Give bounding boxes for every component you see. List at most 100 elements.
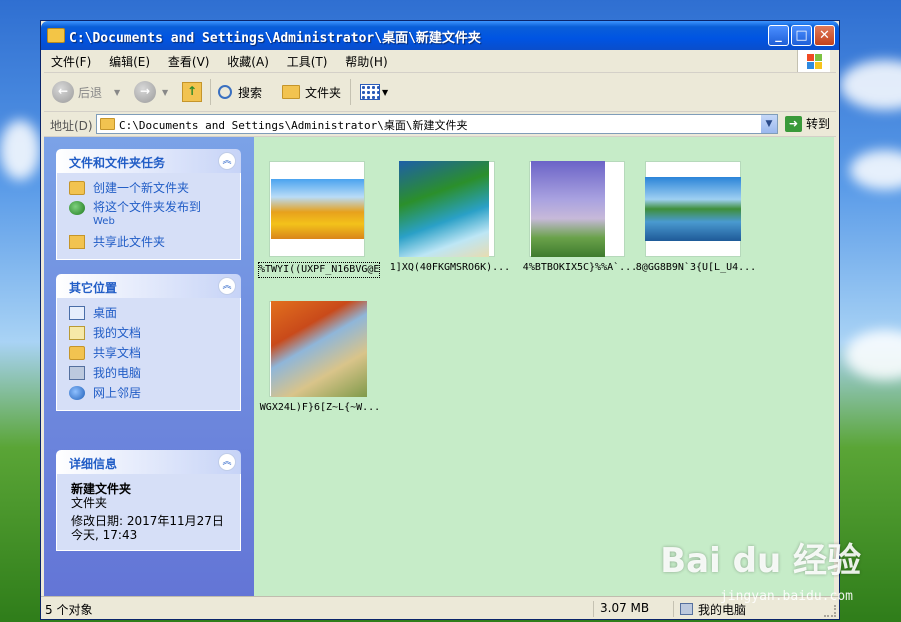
folders-label: 文件夹 (305, 85, 342, 100)
minimize-button[interactable]: _ (768, 25, 789, 46)
chevron-down-icon: ▼ (114, 87, 121, 97)
file-name: 4%BTBOKIX5C}%%A`... (522, 262, 638, 273)
cloud (0, 120, 40, 180)
place-label: 网上邻居 (93, 386, 142, 400)
menu-edit[interactable]: 编辑(E) (102, 50, 157, 72)
task-share-folder[interactable]: 共享此文件夹 (57, 233, 240, 253)
detail-type: 文件夹 (71, 496, 108, 510)
up-folder-button[interactable]: ↑ (182, 80, 202, 104)
cloud (840, 60, 901, 110)
back-arrow-icon: ← (52, 81, 74, 103)
close-button[interactable]: ✕ (814, 25, 835, 46)
place-my-computer[interactable]: 我的电脑 (57, 364, 240, 384)
network-icon (69, 386, 85, 400)
search-button[interactable]: 搜索 (218, 80, 262, 104)
menu-bar: 文件(F) 编辑(E) 查看(V) 收藏(A) 工具(T) 帮助(H) (44, 50, 836, 73)
place-label: 桌面 (93, 306, 118, 320)
collapse-icon[interactable]: ︽ (218, 277, 236, 295)
back-label: 后退 (78, 85, 103, 100)
thumbnail-image (531, 161, 605, 257)
baidu-watermark-url: jingyan.baidu.com (719, 589, 853, 604)
file-name: 1]XQ(40FKGMSRO6K)... (389, 262, 511, 273)
places-panel: 其它位置 ︽ 桌面 我的文档 共享文档 我的电脑 网上邻居 (56, 274, 241, 411)
address-bar: 地址(D) C:\Documents and Settings\Administ… (44, 112, 836, 137)
window-title: C:\Documents and Settings\Administrator\… (69, 31, 481, 46)
thumbnail-image (399, 161, 489, 257)
go-arrow-icon: ➜ (784, 115, 802, 132)
task-publish-web[interactable]: 将这个文件夹发布到 Web (57, 199, 240, 233)
chevron-down-icon: ▼ (382, 87, 389, 97)
places-panel-body: 桌面 我的文档 共享文档 我的电脑 网上邻居 (56, 298, 241, 411)
file-name: %TWYI((UXPF_N16BVG@E}6N (258, 262, 380, 278)
place-desktop[interactable]: 桌面 (57, 304, 240, 324)
task-label-web: Web (93, 216, 115, 227)
desktop-icon (69, 306, 85, 320)
views-icon (360, 84, 380, 100)
maximize-button[interactable]: □ (791, 25, 812, 46)
file-name: WGX24L)F}6[Z~L{~W... (259, 402, 381, 413)
task-label: 创建一个新文件夹 (93, 181, 190, 195)
shared-documents-icon (69, 346, 85, 360)
tasks-panel-title: 文件和文件夹任务 (69, 156, 166, 170)
folder-icon (47, 28, 65, 43)
explorer-window: C:\Documents and Settings\Administrator\… (40, 20, 840, 620)
place-shared-documents[interactable]: 共享文档 (57, 344, 240, 364)
forward-arrow-icon: → (134, 81, 156, 103)
task-new-folder[interactable]: 创建一个新文件夹 (57, 179, 240, 199)
back-button[interactable]: ← 后退 ▼ (52, 80, 120, 104)
chevron-down-icon[interactable]: ▼ (761, 115, 777, 133)
places-panel-title: 其它位置 (69, 281, 118, 295)
my-computer-icon (69, 366, 85, 380)
menu-view[interactable]: 查看(V) (161, 50, 217, 72)
collapse-icon[interactable]: ︽ (218, 152, 236, 170)
file-list: %TWYI((UXPF_N16BVG@E}6N 1]XQ(40FKGMSRO6K… (254, 137, 834, 597)
detail-modified: 修改日期: 2017年11月27日 (71, 514, 224, 528)
detail-name: 新建文件夹 (71, 482, 132, 496)
file-name: 8@GG8B9N`3{U[L_U4... (635, 262, 757, 273)
details-panel-header[interactable]: 详细信息 ︽ (56, 450, 241, 474)
tasks-panel-header[interactable]: 文件和文件夹任务 ︽ (56, 149, 241, 173)
task-pane: 文件和文件夹任务 ︽ 创建一个新文件夹 将这个文件夹发布到 Web 共享此文件夹 … (44, 137, 254, 597)
place-my-documents[interactable]: 我的文档 (57, 324, 240, 344)
go-button[interactable]: ➜ 转到 (784, 115, 830, 132)
go-label: 转到 (805, 117, 830, 131)
cloud (845, 330, 901, 380)
menu-favorites[interactable]: 收藏(A) (220, 50, 276, 72)
place-network[interactable]: 网上邻居 (57, 384, 240, 404)
folder-icon (282, 85, 300, 99)
toolbar: ← 后退 ▼ → ▼ ↑ 搜索 文件夹 ▼ (44, 73, 836, 112)
toolbar-separator (210, 79, 211, 105)
places-panel-header[interactable]: 其它位置 ︽ (56, 274, 241, 298)
collapse-icon[interactable]: ︽ (218, 453, 236, 471)
forward-button[interactable]: → ▼ (134, 80, 168, 104)
share-folder-icon (69, 235, 85, 249)
tasks-panel-body: 创建一个新文件夹 将这个文件夹发布到 Web 共享此文件夹 (56, 173, 241, 260)
publish-web-icon (69, 201, 85, 215)
place-label: 共享文档 (93, 346, 142, 360)
folders-button[interactable]: 文件夹 (282, 80, 341, 104)
cloud (850, 150, 901, 190)
search-label: 搜索 (238, 85, 263, 100)
thumbnail-image (271, 301, 367, 397)
details-panel-title: 详细信息 (69, 457, 118, 471)
windows-logo-icon (797, 50, 830, 72)
address-input[interactable]: C:\Documents and Settings\Administrator\… (96, 114, 778, 134)
place-label: 我的文档 (93, 326, 142, 340)
chevron-down-icon: ▼ (162, 87, 169, 97)
menu-file[interactable]: 文件(F) (44, 50, 98, 72)
details-panel-body: 新建文件夹 文件夹 修改日期: 2017年11月27日 今天, 17:43 (56, 474, 241, 551)
status-size: 3.07 MB (593, 601, 672, 617)
menu-tools[interactable]: 工具(T) (280, 50, 335, 72)
up-folder-icon: ↑ (182, 82, 202, 102)
detail-time: 今天, 17:43 (71, 528, 138, 542)
search-icon (218, 85, 232, 99)
thumbnail-image (645, 177, 741, 241)
title-bar[interactable]: C:\Documents and Settings\Administrator\… (41, 21, 839, 50)
views-button[interactable]: ▼ (360, 80, 388, 104)
new-folder-icon (69, 181, 85, 195)
task-label: 将这个文件夹发布到 (93, 200, 202, 214)
status-object-count: 5 个对象 (45, 603, 93, 617)
resize-grip[interactable] (824, 605, 836, 617)
my-computer-icon (680, 603, 693, 615)
menu-help[interactable]: 帮助(H) (338, 50, 394, 72)
